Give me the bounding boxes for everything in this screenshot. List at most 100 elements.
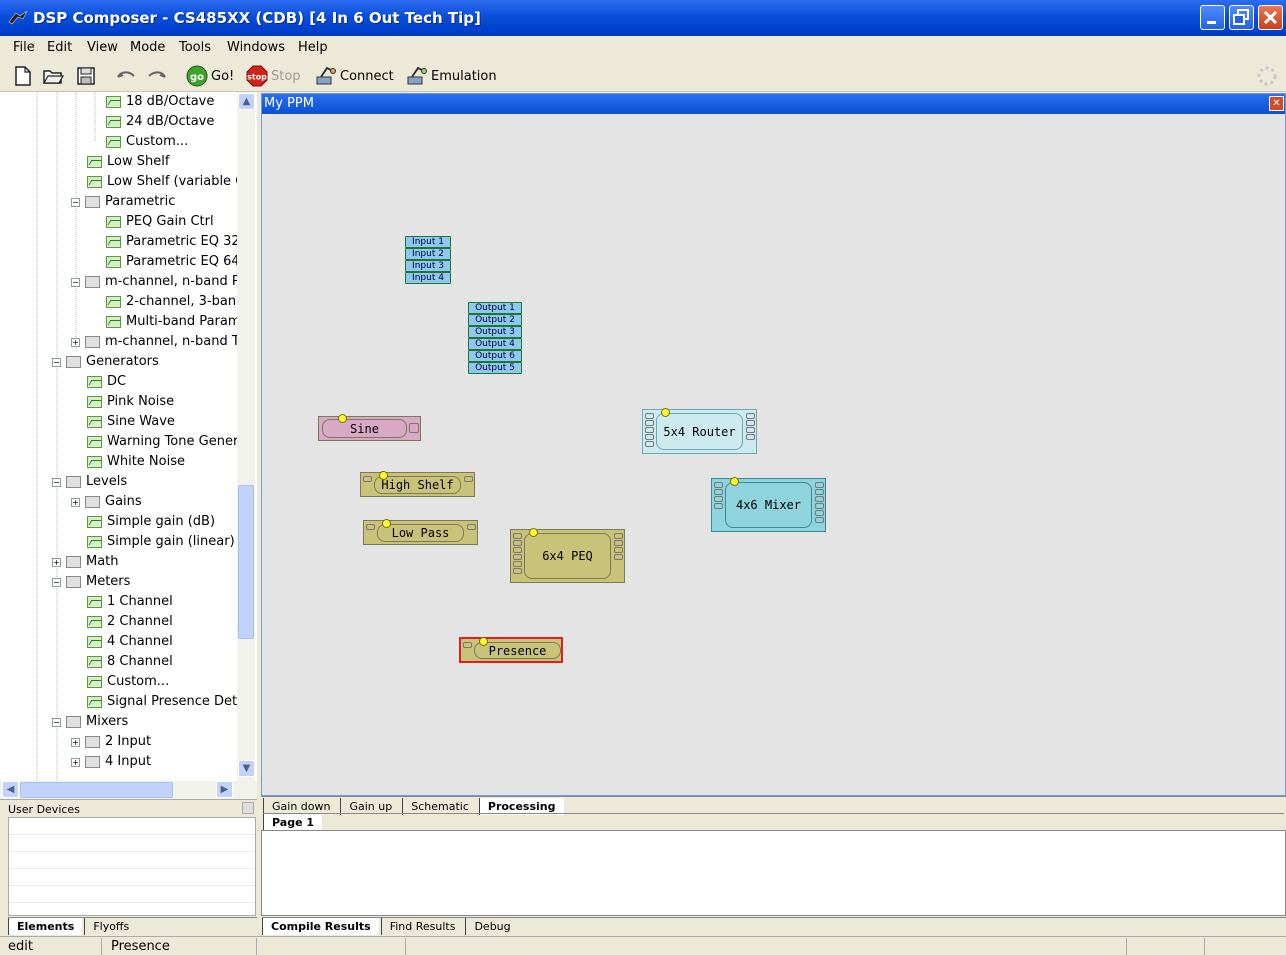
tree-leaf-item[interactable]: Signal Presence Dete [87,692,237,712]
redo-button[interactable] [146,64,168,88]
tree-leaf-item[interactable]: Sine Wave [87,412,175,432]
tree-leaf-item[interactable]: 1 Channel [87,592,173,612]
tree-leaf-item[interactable]: 2 Channel [87,612,173,632]
stop-button[interactable]: stop Stop [246,64,301,88]
menu-file[interactable]: File [13,40,35,55]
tree-leaf-item[interactable]: Parametric EQ 32 [106,232,237,252]
expand-icon[interactable]: + [71,757,80,767]
input-port[interactable] [645,427,654,433]
output-port[interactable] [815,496,824,502]
tab-flyoffs[interactable]: Flyoffs [84,918,137,935]
hscroll-thumb[interactable] [20,782,173,798]
tree-horizontal-scrollbar[interactable]: ◀ ▶ [0,781,258,799]
tree-leaf-item[interactable]: 4 Channel [87,632,173,652]
output-port[interactable] [614,533,623,539]
tree-folder-item[interactable]: − Generators [52,352,159,372]
tree-leaf-item[interactable]: Warning Tone Gener [87,432,237,452]
expand-icon[interactable]: + [71,337,80,347]
scroll-left-button[interactable]: ◀ [2,781,19,798]
expand-icon[interactable]: + [71,737,80,747]
output-node[interactable]: Output 3 [468,326,522,338]
input-node[interactable]: Input 2 [405,248,451,260]
presence-block[interactable]: Presence [459,637,563,663]
output-node[interactable]: Output 2 [468,314,522,326]
output-port[interactable] [614,554,623,560]
input-port[interactable] [714,496,723,502]
output-node[interactable]: Output 5 [468,362,522,374]
tree-leaf-item[interactable]: 18 dB/Octave [106,92,214,112]
input-port[interactable] [513,533,522,539]
tree-leaf-item[interactable]: 8 Channel [87,652,173,672]
tab-debug[interactable]: Debug [465,918,518,935]
output-port[interactable] [815,482,824,488]
high-shelf-block[interactable]: High Shelf [360,471,475,497]
menu-edit[interactable]: Edit [47,40,72,55]
menu-windows[interactable]: Windows [227,40,285,55]
collapse-icon[interactable]: − [71,197,80,207]
tree-folder-item[interactable]: − Meters [52,572,130,592]
input-node[interactable]: Input 3 [405,260,451,272]
output-port[interactable] [467,524,476,530]
tab-elements[interactable]: Elements [8,918,83,935]
expand-icon[interactable]: + [71,497,80,507]
minimize-button[interactable] [1200,5,1225,30]
undo-button[interactable] [115,64,137,88]
document-close-button[interactable]: ✕ [1269,96,1284,111]
collapse-panel-icon[interactable] [242,802,254,814]
expand-icon[interactable]: + [52,557,61,567]
tree-leaf-item[interactable]: Simple gain (linear) [87,532,235,552]
output-port[interactable] [746,427,755,433]
tab-find-results[interactable]: Find Results [380,918,464,935]
input-port[interactable] [714,489,723,495]
input-port[interactable] [513,568,522,574]
input-port[interactable] [363,476,372,482]
input-port[interactable] [513,554,522,560]
emulation-button[interactable]: Emulation [406,64,497,88]
output-port[interactable] [815,503,824,509]
tree-leaf-item[interactable]: Low Shelf [87,152,169,172]
scroll-down-button[interactable]: ▼ [238,760,255,777]
save-file-button[interactable] [75,64,97,88]
collapse-icon[interactable]: − [71,277,80,287]
tree-vertical-scrollbar[interactable]: ▲ ▼ [237,92,255,781]
mixer-block[interactable]: 4x6 Mixer [711,477,826,532]
tree-leaf-item[interactable]: Custom... [87,672,169,692]
new-file-button[interactable] [12,64,34,88]
collapse-icon[interactable]: − [52,717,61,727]
output-port[interactable] [464,476,473,482]
output-node[interactable]: Output 4 [468,338,522,350]
output-port[interactable] [815,510,824,516]
output-port[interactable] [746,434,755,440]
collapse-icon[interactable]: − [52,477,61,487]
collapse-icon[interactable]: − [52,357,61,367]
scroll-thumb[interactable] [238,485,254,639]
output-port[interactable] [614,547,623,553]
tree-leaf-item[interactable]: Multi-band Parame [106,312,237,332]
output-node[interactable]: Output 6 [468,350,522,362]
tree-leaf-item[interactable]: Custom... [106,132,188,152]
menu-view[interactable]: View [87,40,118,55]
tree-leaf-item[interactable]: Parametric EQ 64 [106,252,237,272]
output-port[interactable] [746,420,755,426]
scroll-up-button[interactable]: ▲ [238,93,255,110]
tree-folder-item[interactable]: + Gains [71,492,142,512]
input-port[interactable] [366,524,375,530]
output-port[interactable] [614,540,623,546]
output-port[interactable] [746,413,755,419]
tab-page-1[interactable]: Page 1 [263,814,323,831]
menu-tools[interactable]: Tools [179,40,211,55]
tab-compile-results[interactable]: Compile Results [262,918,379,935]
input-node[interactable]: Input 1 [405,236,451,248]
peq-block[interactable]: 6x4 PEQ [510,528,625,583]
tree-folder-item[interactable]: − Parametric [71,192,175,212]
input-port[interactable] [645,434,654,440]
scroll-right-button[interactable]: ▶ [216,781,233,798]
input-port[interactable] [463,642,472,648]
menu-mode[interactable]: Mode [130,40,165,55]
tree-folder-item[interactable]: − Mixers [52,712,128,732]
input-port[interactable] [645,441,654,447]
tree-leaf-item[interactable]: Low Shelf (variable Q [87,172,237,192]
input-port[interactable] [714,503,723,509]
input-port[interactable] [645,413,654,419]
tree-folder-item[interactable]: + m-channel, n-band T [71,332,237,352]
